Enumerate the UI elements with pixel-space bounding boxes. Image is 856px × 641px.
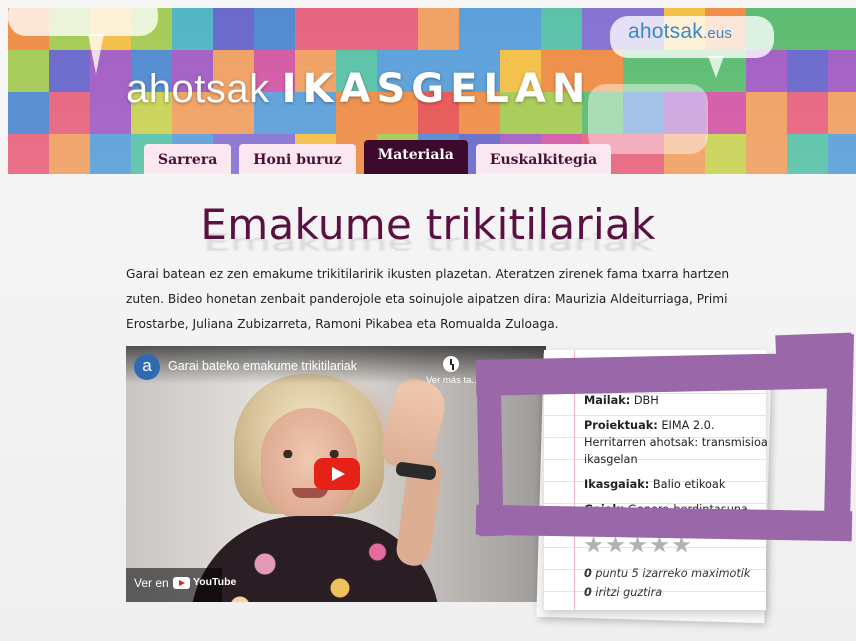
page-title: Emakume trikitilariak [200,200,656,249]
youtube-icon [173,577,190,589]
star-icon[interactable] [672,536,691,553]
star-icon[interactable] [650,536,669,553]
star-icon[interactable] [606,536,625,553]
star-icon[interactable] [584,536,603,553]
site-logo[interactable]: ahotsak IKASGELAN [126,66,591,112]
video-title[interactable]: Garai bateko emakume trikitilariak [168,359,357,373]
youtube-logo[interactable]: YouTube [173,575,236,591]
rating-summary: 0 puntu 5 izarreko maximotik 0 iritzi gu… [584,564,750,602]
intro-text: Garai batean ez zen emakume trikitilarir… [126,267,730,331]
main-nav: Sarrera Honi buruz Materiala Euskalkiteg… [144,140,612,174]
rating-reviews: 0 iritzi guztira [584,586,663,599]
star-icon[interactable] [628,536,647,553]
detail-ikasgaiak: Ikasgaiak: Balio etikoak [584,478,726,491]
page: ahotsak.eus ahotsak IKASGELAN Sarrera Hon… [0,0,856,641]
ahotsak-eus-link[interactable]: ahotsak.eus [628,20,732,44]
logo-ikasgelan: IKASGELAN [281,66,592,112]
tab-sarrera[interactable]: Sarrera [144,144,232,174]
rating-points: 0 puntu 5 izarreko maximotik [584,567,751,580]
tab-euskalkitegia[interactable]: Euskalkitegia [475,144,612,174]
detail-proiektuak: Proiektuak: EIMA 2.0. Herritarren ahotsa… [584,419,768,466]
channel-avatar[interactable]: a [134,354,160,380]
details-list: Mailak: DBH Proiektuak: EIMA 2.0. Herrit… [584,392,780,543]
tab-honi-buruz[interactable]: Honi buruz [239,144,356,174]
watch-later-icon[interactable] [443,356,459,372]
play-button[interactable] [314,458,360,490]
detail-gaiak: Gaiak: Genero-berdintasuna, Aisialdia [584,503,752,533]
video-player[interactable]: a Garai bateko emakume trikitilariak Ver… [126,346,546,602]
speech-bubble [8,8,158,36]
tab-materiala[interactable]: Materiala [363,140,468,174]
detail-mailak: Mailak: DBH [584,394,659,407]
watch-later-label[interactable]: Ver más ta... [426,375,479,386]
watch-on-label[interactable]: Ver en [134,576,169,590]
rating-stars[interactable] [584,536,691,554]
logo-ahotsak: ahotsak [126,67,270,111]
header-banner: ahotsak.eus ahotsak IKASGELAN Sarrera Hon… [8,8,856,174]
